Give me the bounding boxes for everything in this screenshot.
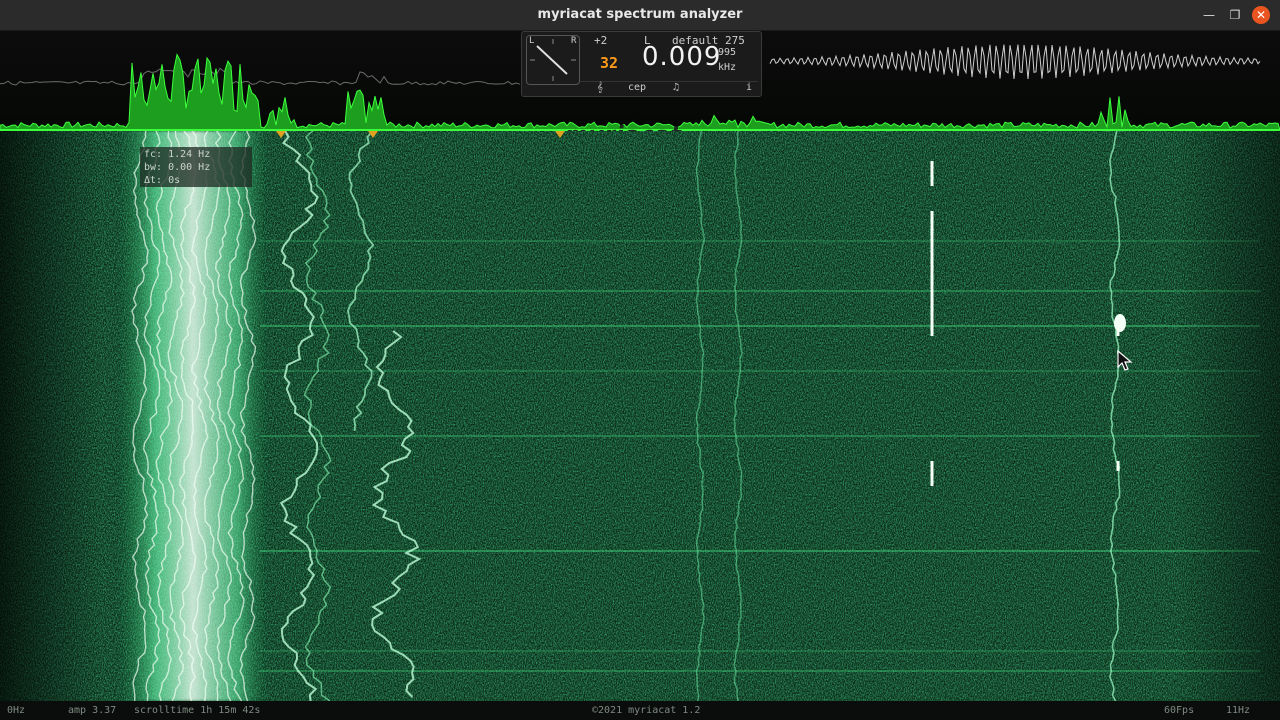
edge-fade <box>0 131 1280 701</box>
window-title: myriacat spectrum analyzer <box>537 7 743 22</box>
frequency-value: 0.009 <box>642 42 722 72</box>
min-frequency-label: 0Hz <box>7 705 26 716</box>
left-waveform-trace <box>0 67 521 86</box>
dial-left-label: L <box>529 36 535 46</box>
minimize-icon[interactable]: — <box>1200 6 1218 24</box>
fps-label: 60Fps <box>1164 705 1195 716</box>
maximize-icon[interactable]: ❐ <box>1226 6 1244 24</box>
copyright-label: ©2021 myriacat 1.2 <box>592 705 701 716</box>
mouse-cursor-icon <box>1117 350 1133 371</box>
dial-right-label: R <box>571 36 577 46</box>
scrolltime-label: scrolltime 1h 15m 42s <box>134 705 261 716</box>
readout-bw: bw: 0.00 Hz <box>144 162 211 173</box>
direction-dial[interactable]: L R <box>526 35 580 85</box>
clef-button[interactable]: 𝄞 <box>597 82 603 93</box>
frequency-fraction: 995 <box>718 47 737 58</box>
info-button[interactable]: i <box>746 82 752 93</box>
cep-button[interactable]: cep <box>628 82 646 93</box>
spectrogram-canvas <box>0 131 1280 701</box>
status-bar: 0Hz amp 3.37 scrolltime 1h 15m 42s ©2021… <box>0 701 1280 720</box>
amp-label: amp 3.37 <box>68 705 117 716</box>
close-icon[interactable]: ✕ <box>1252 6 1270 24</box>
max-frequency-label: 11Hz <box>1226 705 1251 716</box>
gain-value: +2 <box>594 34 608 47</box>
title-bar: myriacat spectrum analyzer — ❐ ✕ <box>0 0 1280 31</box>
readout-dt: Δt: 0s <box>144 175 181 186</box>
note-button[interactable]: ♫ <box>673 82 679 93</box>
readout-fc: fc: 1.24 Hz <box>144 149 211 160</box>
hud-button-bar: 𝄞 cep ♫ i <box>580 81 758 95</box>
cursor-readout: fc: 1.24 Hz bw: 0.00 Hz Δt: 0s <box>140 147 252 187</box>
right-waveform-trace <box>769 44 1261 80</box>
frequency-unit: kHz <box>718 62 737 73</box>
octave-value: 32 <box>600 54 619 72</box>
spectrogram[interactable] <box>0 131 1280 701</box>
hud-panel[interactable]: L R +2 L default 275 32 0.009 995 kHz 𝄞 … <box>521 31 762 97</box>
fft-size-value: 275 <box>725 34 745 47</box>
